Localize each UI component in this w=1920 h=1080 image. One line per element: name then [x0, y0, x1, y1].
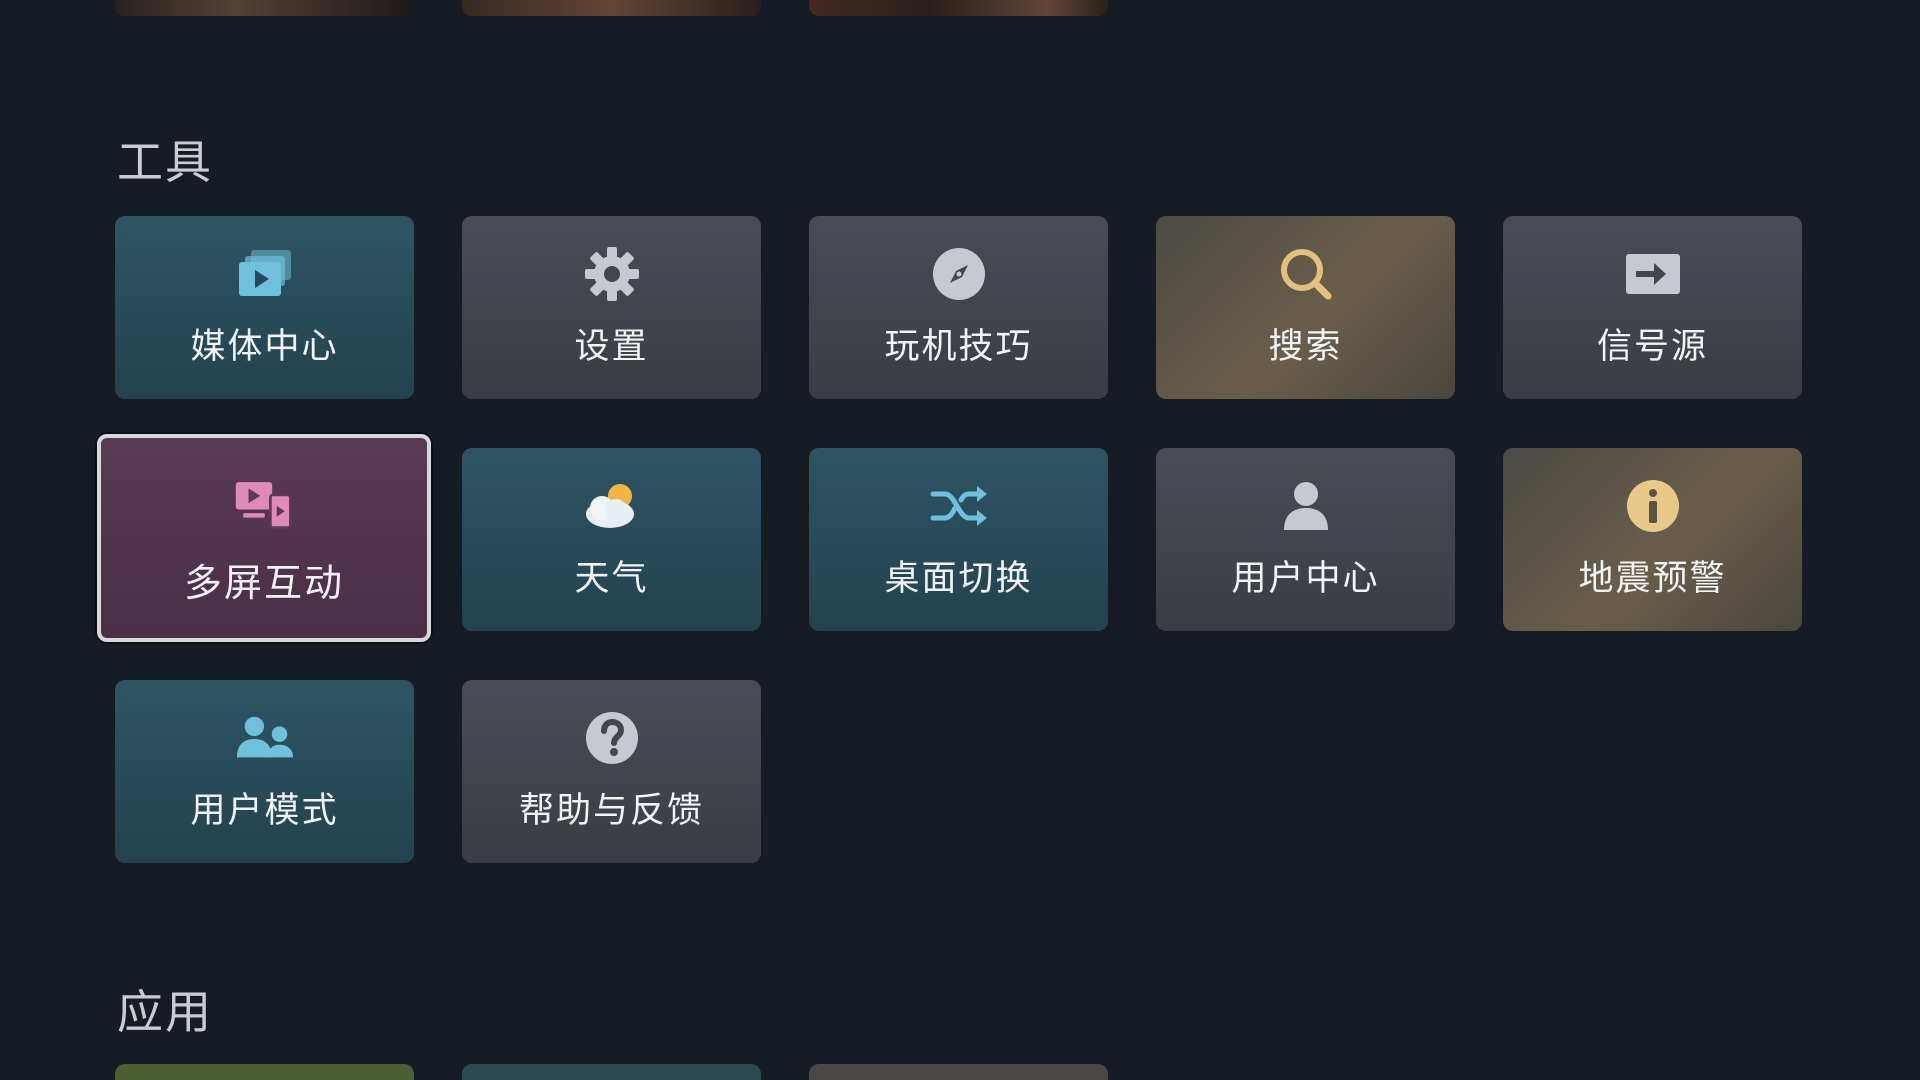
- weather-icon: [582, 476, 642, 536]
- tile-media-center[interactable]: 媒体中心: [115, 216, 414, 399]
- tile-label: 天气: [574, 559, 649, 599]
- compass-icon: [929, 244, 989, 304]
- tile-help-feedback[interactable]: 帮助与反馈: [462, 680, 761, 863]
- section-title-tools: 工具: [117, 135, 213, 189]
- shuffle-icon: [929, 476, 989, 536]
- info-icon: [1623, 476, 1683, 536]
- gear-icon: [582, 244, 642, 304]
- tile-search[interactable]: 搜索: [1156, 216, 1455, 399]
- tile-tips[interactable]: 玩机技巧: [809, 216, 1108, 399]
- help-icon: [582, 708, 642, 768]
- app-tile[interactable]: [809, 1064, 1108, 1080]
- tile-label: 搜索: [1268, 327, 1343, 367]
- tile-desktop-switch[interactable]: 桌面切换: [809, 448, 1108, 631]
- tile-label: 桌面切换: [884, 559, 1033, 599]
- tile-settings[interactable]: 设置: [462, 216, 761, 399]
- tile-label: 媒体中心: [190, 327, 339, 367]
- tile-label: 用户中心: [1231, 559, 1380, 599]
- media-center-icon: [235, 244, 295, 304]
- tile-label: 设置: [574, 327, 649, 367]
- tile-label: 玩机技巧: [884, 327, 1033, 367]
- tile-multi-screen[interactable]: 多屏互动: [97, 434, 431, 642]
- tile-label: 信号源: [1596, 327, 1708, 367]
- media-thumbnail[interactable]: [809, 0, 1108, 16]
- tile-label: 地震预警: [1578, 559, 1727, 599]
- media-thumbnail[interactable]: [462, 0, 761, 16]
- tile-user-center[interactable]: 用户中心: [1156, 448, 1455, 631]
- tile-user-mode[interactable]: 用户模式: [115, 680, 414, 863]
- tile-input-source[interactable]: 信号源: [1503, 216, 1802, 399]
- search-icon: [1276, 244, 1336, 304]
- media-thumbnail[interactable]: [115, 0, 414, 16]
- tile-weather[interactable]: 天气: [462, 448, 761, 631]
- users-icon: [235, 708, 295, 768]
- tile-label: 多屏互动: [183, 561, 344, 605]
- app-tile[interactable]: [115, 1064, 414, 1080]
- tv-launcher-screen: 工具 媒体中心 设置 玩机技巧 搜索 信号源 多屏互动 天气 桌面切换 用户中心…: [0, 0, 1920, 1080]
- app-tile[interactable]: [462, 1064, 761, 1080]
- multi-screen-icon: [234, 474, 294, 534]
- user-icon: [1276, 476, 1336, 536]
- tile-label: 用户模式: [190, 791, 339, 831]
- tile-earthquake-warning[interactable]: 地震预警: [1503, 448, 1802, 631]
- tile-label: 帮助与反馈: [518, 791, 704, 831]
- section-title-apps: 应用: [117, 985, 213, 1039]
- input-source-icon: [1623, 244, 1683, 304]
